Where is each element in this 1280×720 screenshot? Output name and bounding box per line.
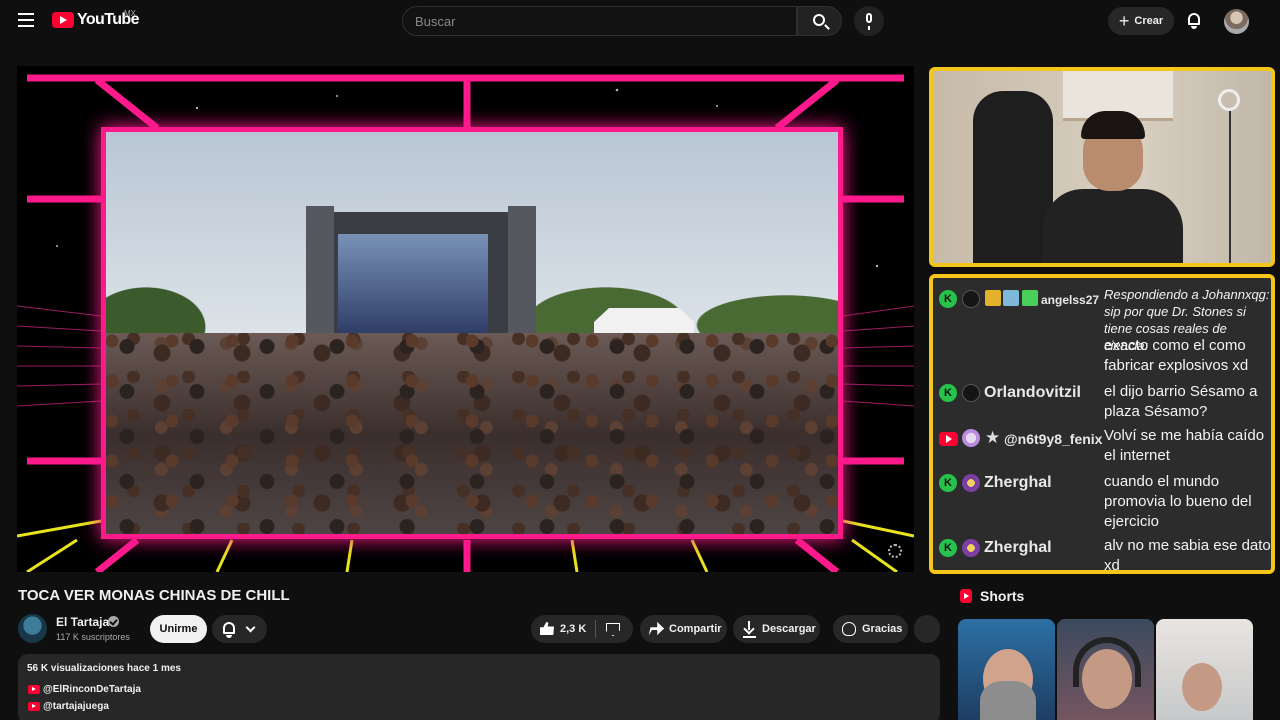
super-thanks-icon <box>842 622 856 636</box>
stage <box>306 206 536 352</box>
search-input[interactable] <box>403 7 796 35</box>
short-thumbnail[interactable] <box>1057 619 1154 720</box>
notification-settings-button[interactable] <box>212 615 267 643</box>
view-stats: 56 K visualizaciones hace 1 mes <box>27 663 181 674</box>
subscriber-count: 117 K suscriptores <box>56 632 130 642</box>
short-thumbnail[interactable] <box>1156 619 1253 720</box>
youtube-badge-icon <box>939 432 958 446</box>
top-bar: YouTube MX + Crear <box>0 0 1280 42</box>
gift-badge-icon <box>1022 290 1038 306</box>
voice-search-button[interactable] <box>854 6 884 36</box>
plus-icon: + <box>1118 11 1130 31</box>
youtube-play-icon <box>52 12 74 28</box>
chat-username: Orlandovitzil <box>984 384 1081 401</box>
chat-text: exacto como el como fabricar explosivos … <box>1104 337 1249 374</box>
thumbs-up-icon[interactable] <box>540 622 554 635</box>
short-thumbnail[interactable] <box>958 619 1055 720</box>
concert-video-frame <box>101 127 843 539</box>
chat-text: Volví se me había caído el internet <box>1104 427 1265 464</box>
channel-link[interactable]: @ElRinconDeTartaja <box>28 684 141 695</box>
channel-link-text: @tartajajuega <box>43 701 109 712</box>
chat-text: el dijo barrio Sésamo a plaza Sésamo? <box>1104 383 1258 420</box>
chat-username: @n6t9y8_fenix <box>1004 431 1103 447</box>
hamburger-menu-icon[interactable] <box>18 13 34 27</box>
star-badge-icon: ★ <box>985 428 1001 447</box>
thumbs-down-icon[interactable] <box>606 623 620 636</box>
moderator-badge-icon: K <box>939 474 957 492</box>
chat-text: cuando el mundo promovia lo bueno del ej… <box>1104 473 1252 530</box>
moderator-badge-icon: K <box>939 290 957 308</box>
crown-badge-icon <box>985 290 1001 306</box>
channel-link-text: @ElRinconDeTartaja <box>43 684 141 695</box>
channel-link[interactable]: @tartajajuega <box>28 701 109 712</box>
search-icon <box>813 14 825 26</box>
ring-light <box>1218 89 1240 111</box>
moderator-badge-icon: K <box>939 539 957 557</box>
user-avatar <box>962 384 980 402</box>
user-avatar <box>962 429 980 447</box>
description-box[interactable]: 56 K visualizaciones hace 1 mes @ElRinco… <box>18 654 940 720</box>
user-avatar <box>962 290 980 308</box>
shorts-heading: Shorts <box>960 588 1024 604</box>
thanks-label: Gracias <box>862 623 903 635</box>
bell-icon <box>221 621 237 638</box>
microphone-icon <box>866 13 872 30</box>
emote-badge-icon <box>1003 290 1019 306</box>
chat-username: Zherghal <box>984 474 1052 491</box>
video-player[interactable] <box>17 66 914 572</box>
chat-overlay: K angelss27 Respondiendo a Johannxqg: si… <box>929 274 1275 574</box>
channel-name[interactable]: El Tartaja <box>56 615 109 629</box>
settings-gear-icon[interactable] <box>888 544 902 558</box>
download-icon <box>745 621 754 636</box>
chat-username: Zherghal <box>984 539 1052 556</box>
video-title: TOCA VER MONAS CHINAS DE CHILL <box>18 587 290 604</box>
chat-username: angelss27 <box>1041 293 1100 307</box>
search-button[interactable] <box>797 6 842 36</box>
more-actions-button[interactable] <box>914 615 940 643</box>
verified-check-icon <box>108 616 119 627</box>
like-dislike-group: 2,3 K <box>531 615 633 643</box>
share-icon <box>649 622 664 635</box>
create-label: Crear <box>1134 15 1164 27</box>
shorts-icon <box>960 589 972 603</box>
like-count[interactable]: 2,3 K <box>560 623 586 635</box>
chat-text: alv no me sabia ese dato xd <box>1104 537 1271 574</box>
streamer-webcam <box>929 67 1275 267</box>
user-avatar <box>962 539 980 557</box>
moderator-badge-icon: K <box>939 384 957 402</box>
youtube-icon <box>28 685 40 694</box>
share-label: Compartir <box>669 623 722 635</box>
notifications-bell-icon[interactable] <box>1186 12 1202 29</box>
create-button[interactable]: + Crear <box>1108 7 1174 35</box>
account-avatar[interactable] <box>1224 9 1249 34</box>
chevron-down-icon <box>245 622 256 633</box>
crowd <box>106 333 838 534</box>
youtube-icon <box>28 702 40 711</box>
download-label: Descargar <box>762 623 816 635</box>
country-code: MX <box>124 9 136 18</box>
search-box <box>402 6 797 36</box>
share-button[interactable]: Compartir <box>640 615 727 643</box>
channel-avatar[interactable] <box>18 614 47 643</box>
download-button[interactable]: Descargar <box>733 615 820 643</box>
shorts-title: Shorts <box>980 588 1025 604</box>
thanks-button[interactable]: Gracias <box>833 615 908 643</box>
join-button[interactable]: Unirme <box>150 615 207 643</box>
user-avatar <box>962 474 980 492</box>
